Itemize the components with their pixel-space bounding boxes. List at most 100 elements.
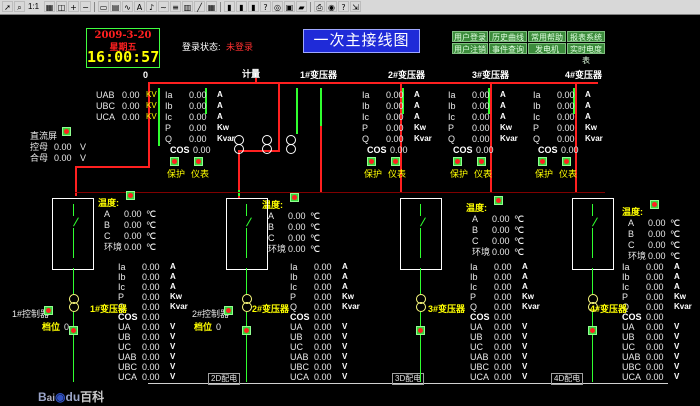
zoom-in-icon[interactable]: + [68,1,79,12]
library-icon[interactable]: ▮ [248,1,259,12]
temp-4-value-0: 0.00 [648,218,666,228]
tx4-protection-label: 保护 [535,169,554,179]
report-icon[interactable]: ≡ [170,1,181,12]
clock-panel: 2009-3-20 星期五 16:00:57 [86,28,160,68]
sec4-unit-9: V [674,352,680,361]
open-icon[interactable]: ▰ [296,1,307,12]
menu-history-curve[interactable]: 历史曲线 [489,31,527,42]
page-title: 一次主接线图 [303,29,420,53]
breaker-indicator-3[interactable] [416,326,425,335]
bar-icon[interactable]: ▥ [182,1,193,12]
breaker-indicator-1[interactable] [69,326,78,335]
tx1-ic-label: Ic [165,112,173,122]
sec3-value-10: 0.00 [494,362,512,372]
temp-2-value-0: 0.00 [288,211,306,221]
temp-2-value-2: 0.00 [288,233,306,243]
menu-user-login[interactable]: 用户登录 [452,31,488,42]
sec2-label-4: Q [290,302,298,312]
watermark-logo: Bai◉du百科 [38,390,105,404]
tx2-instrument-indicator[interactable] [391,157,400,166]
menu-help[interactable]: 常用帮助 [528,31,566,42]
temp-3-value-0: 0.00 [492,214,510,224]
sec3-label-6: UA [470,322,483,332]
menu-event-query[interactable]: 事件查询 [489,43,527,54]
help-icon[interactable]: ? [260,1,271,12]
sec3-unit-11: V [522,372,528,381]
temp-indicator-4[interactable] [650,200,659,209]
line-icon[interactable]: ╱ [194,1,205,12]
sec1-unit-7: V [170,332,176,341]
temp-3-value-1: 0.00 [492,225,510,235]
tx4-q-value: 0.00 [557,134,575,144]
trend-icon[interactable]: ∿ [122,1,133,12]
zoom-level[interactable]: 1:1 [28,2,39,12]
pointer-icon[interactable]: ➚ [2,1,13,12]
tx1-instrument-indicator[interactable] [194,157,203,166]
save-icon[interactable]: ▣ [284,1,295,12]
controller-1-indicator[interactable] [44,306,53,315]
book-icon[interactable]: ▮ [224,1,235,12]
target-icon[interactable]: ◎ [272,1,283,12]
breaker-indicator-4[interactable] [588,326,597,335]
temp-indicator-3[interactable] [494,196,503,205]
sec4-label-8: UC [622,342,635,352]
sec1-value-6: 0.00 [142,322,160,332]
closing-bus-unit: V [80,153,87,163]
tx2-q-value: 0.00 [386,134,404,144]
temp-1-value-1: 0.00 [124,220,142,230]
sec4-unit-8: V [674,342,680,351]
temp-1-unit-0: ℃ [146,209,157,219]
switch-cabinet-3[interactable] [400,198,442,270]
tx3-ic-value: 0.00 [472,112,490,122]
temp-1-label-2: C [104,231,111,241]
temp-indicator-2[interactable] [290,193,299,202]
2d-distribution-label[interactable]: 2D配电 [208,373,241,385]
zoom-out-icon[interactable]: − [80,1,91,12]
print-icon[interactable]: ⎙ [314,1,325,12]
switch-cabinet-4[interactable] [572,198,614,270]
table-icon[interactable]: ▦ [206,1,217,12]
temp-indicator-1[interactable] [126,191,135,200]
sec1-label-10: UBC [118,362,138,372]
incoming-label: 0 [143,70,149,80]
sec4-label-10: UBC [622,362,642,372]
menu-generator[interactable]: 发电机 [528,43,566,54]
temp-4-unit-0: ℃ [670,218,681,228]
sec2-value-11: 0.00 [314,372,332,382]
menu-report[interactable]: 报表系统 [567,31,605,42]
grid-icon[interactable]: ▦ [44,1,55,12]
tx2-protection-indicator[interactable] [367,157,376,166]
dc-status-indicator[interactable] [62,127,71,136]
sec2-label-8: UC [290,342,303,352]
fit-icon[interactable]: ◫ [56,1,67,12]
tx3-instrument-indicator[interactable] [477,157,486,166]
controller-2-indicator[interactable] [224,306,233,315]
breaker-indicator-2[interactable] [242,326,251,335]
sec1-unit-0: A [170,262,176,271]
exit-icon[interactable]: ⇲ [350,1,361,12]
text-icon[interactable]: A [134,1,145,12]
tx1-protection-indicator[interactable] [170,157,179,166]
select-icon[interactable]: ▭ [98,1,109,12]
zoom-icon[interactable]: ⌕ [14,1,25,12]
menu-user-logout[interactable]: 用户注销 [452,43,488,54]
tx4-instrument-indicator[interactable] [562,157,571,166]
books-icon[interactable]: ▮ [236,1,247,12]
alarm-icon[interactable]: ♪ [146,1,157,12]
question-icon[interactable]: ? [338,1,349,12]
tx1-ia-value: 0.00 [189,90,207,100]
sec2-label-3: P [290,292,297,302]
login-status: 未登录 [226,42,254,52]
tx4-protection-indicator[interactable] [538,157,547,166]
metering-label: 计量 [242,69,261,79]
menu-realtime-meter[interactable]: 实时电度表 [567,43,605,65]
sec1-value-3: 0.00 [142,292,160,302]
tx4-instrument-label: 仪表 [559,169,578,179]
tx2-ib-unit: A [414,101,420,110]
chart-icon[interactable]: ▤ [110,1,121,12]
switch-cabinet-2[interactable] [226,198,268,270]
tx3-protection-indicator[interactable] [453,157,462,166]
globe-icon[interactable]: ◉ [326,1,337,12]
4d-distribution-label[interactable]: 4D配电 [551,373,584,385]
curve-icon[interactable]: ~ [158,1,169,12]
